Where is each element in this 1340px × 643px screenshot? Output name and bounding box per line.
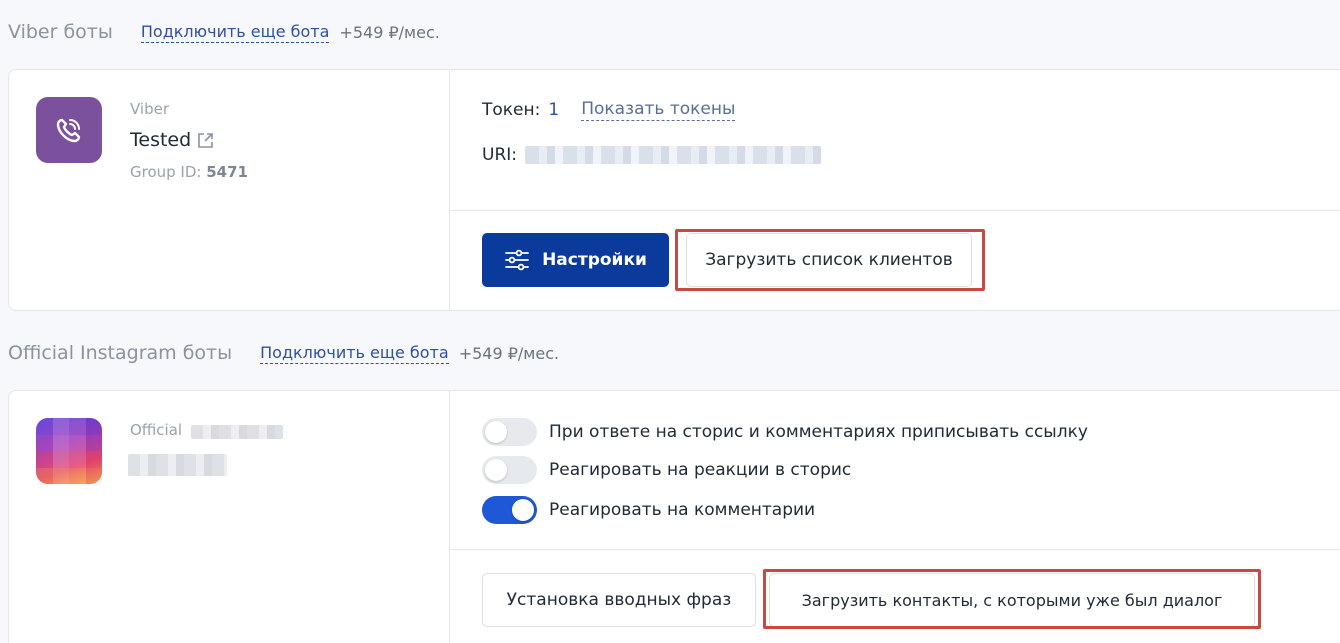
viber-section-title: Viber боты <box>8 21 113 43</box>
story-link-toggle-label: При ответе на сторис и комментариях прип… <box>549 422 1088 442</box>
instagram-bot-name-redacted <box>128 454 227 476</box>
instagram-bot-platform: Official <box>130 421 183 439</box>
upload-contacts-button[interactable]: Загрузить контакты, с которыми уже был д… <box>769 573 1255 627</box>
viber-group-label: Group ID: <box>130 163 202 181</box>
viber-bot-card: Viber Tested Group ID: 5471 Токен: 1 Пок… <box>8 69 1340 311</box>
settings-sliders-icon <box>505 249 529 271</box>
instagram-section-title: Official Instagram боты <box>8 342 233 364</box>
external-link-icon[interactable] <box>197 132 214 149</box>
toggle-row-story-link: При ответе на сторис и комментариях прип… <box>482 418 1088 446</box>
instagram-price: +549 ₽/мес. <box>458 343 560 363</box>
viber-section-header: Viber боты Подключить еще бота +549 ₽/ме… <box>8 17 440 47</box>
upload-clients-button[interactable]: Загрузить список клиентов <box>686 233 972 287</box>
viber-group-value: 5471 <box>206 163 248 181</box>
comments-toggle-label: Реагировать на комментарии <box>549 500 816 520</box>
instagram-logo-redacted <box>36 418 102 484</box>
instagram-card-divider <box>450 549 1340 550</box>
viber-group-id: Group ID: 5471 <box>130 163 248 181</box>
viber-bot-details: Токен: 1 Показать токены URI: Настройки … <box>450 70 1340 310</box>
instagram-section-header: Official Instagram боты Подключить еще б… <box>8 338 559 368</box>
instagram-bot-platform-redacted <box>191 425 283 439</box>
viber-connect-bot-link[interactable]: Подключить еще бота <box>140 22 330 43</box>
story-reactions-toggle[interactable] <box>482 456 537 484</box>
instagram-connect-bot-link[interactable]: Подключить еще бота <box>260 343 449 364</box>
comments-toggle[interactable] <box>482 496 537 524</box>
instagram-bot-details: При ответе на сторис и комментариях прип… <box>450 391 1340 643</box>
settings-button[interactable]: Настройки <box>482 233 669 287</box>
toggle-row-comments: Реагировать на комментарии <box>482 496 815 524</box>
viber-bot-platform: Viber <box>130 100 170 118</box>
instagram-bot-card: Official При ответе на сторис и коммента… <box>8 390 1340 643</box>
story-reactions-toggle-label: Реагировать на реакции в сторис <box>549 460 852 480</box>
token-count: 1 <box>548 100 560 120</box>
intro-phrases-button[interactable]: Установка вводных фраз <box>482 573 756 627</box>
viber-bot-name: Tested <box>130 129 214 151</box>
viber-bot-name-text: Tested <box>130 129 192 151</box>
story-link-toggle[interactable] <box>482 418 537 446</box>
uri-label: URI: <box>482 145 517 165</box>
viber-card-divider <box>450 210 1340 211</box>
viber-price: +549 ₽/мес. <box>339 22 440 42</box>
settings-button-label: Настройки <box>542 250 647 270</box>
uri-value-redacted <box>525 146 821 164</box>
viber-bot-info: Viber Tested Group ID: 5471 <box>9 70 450 310</box>
show-tokens-link[interactable]: Показать токены <box>581 99 736 121</box>
viber-phone-icon <box>56 118 81 143</box>
token-row: Токен: 1 Показать токены <box>482 99 736 121</box>
token-label: Токен: <box>482 100 541 120</box>
instagram-bot-info: Official <box>9 391 450 643</box>
viber-logo <box>36 97 102 163</box>
toggle-row-story-reactions: Реагировать на реакции в сторис <box>482 456 851 484</box>
uri-row: URI: <box>482 145 821 165</box>
